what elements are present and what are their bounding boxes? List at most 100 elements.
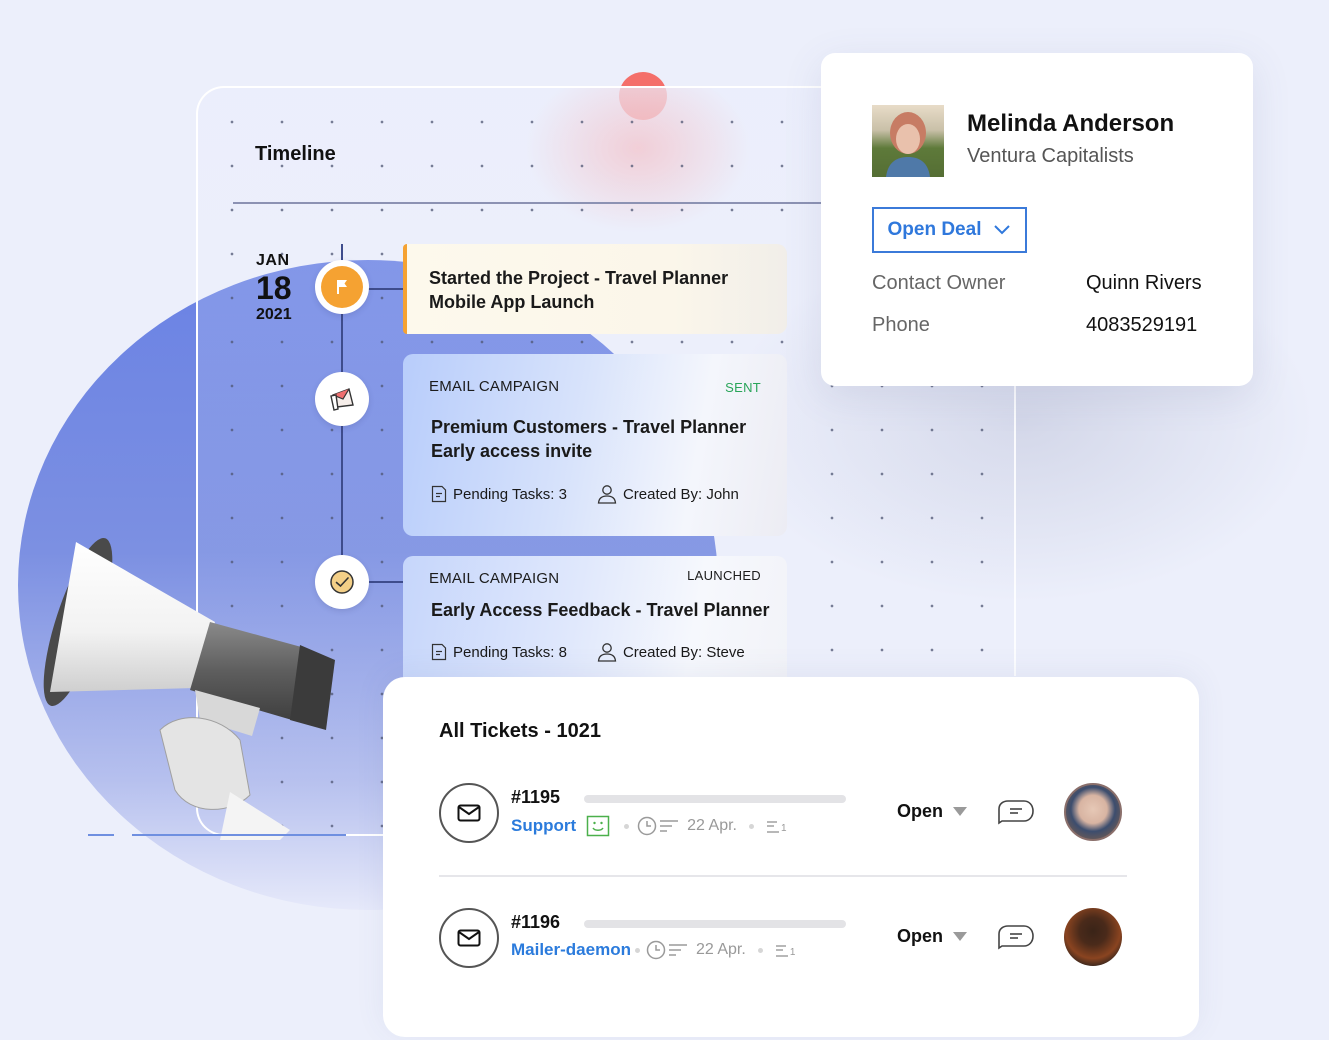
separator-dot [757, 947, 763, 953]
event-title-line: Started the Project - Travel Planner [429, 268, 729, 288]
panel-edge [1014, 386, 1016, 676]
separator-dot [624, 823, 630, 829]
smiley-icon [586, 815, 610, 837]
timeline-divider [233, 202, 833, 204]
ticket-date: 22 Apr. [695, 941, 746, 958]
comment-button[interactable] [996, 924, 1036, 955]
event-kind: EMAIL CAMPAIGN [429, 570, 560, 587]
decorative-line [132, 834, 346, 836]
assignee-avatar[interactable] [1064, 908, 1122, 966]
event-title: Early Access Feedback - Travel Planner [431, 598, 770, 622]
date-day: 18 [256, 270, 292, 306]
field-value[interactable]: 4083529191 [1086, 314, 1197, 337]
megaphone-illustration [43, 538, 335, 840]
field-label: Phone [872, 314, 930, 336]
ticket-meta: Support 22 Apr. 1 [511, 815, 787, 837]
pending-tasks-label: Pending Tasks: 3 [453, 485, 567, 503]
event-card-project[interactable]: Started the Project - Travel Planner Mob… [403, 244, 787, 334]
status-badge: SENT [725, 380, 761, 395]
event-title-line: Early access invite [431, 441, 593, 461]
thread-lines-icon [775, 945, 788, 957]
ticket-channel [439, 908, 499, 968]
created-by-label: Created By: Steve [622, 643, 745, 661]
event-title: Started the Project - Travel Planner Mob… [429, 266, 728, 314]
event-card-campaign[interactable]: EMAIL CAMPAIGN SENT Premium Customers - … [403, 354, 787, 536]
ticket-id[interactable]: #1195 [511, 787, 560, 808]
ticket-subject-placeholder [584, 920, 846, 928]
ticket-channel [439, 783, 499, 843]
clock-icon [646, 940, 666, 960]
date-month: JAN [256, 252, 290, 269]
thread-count-value: 1 [789, 947, 796, 958]
timeline-connector [368, 288, 404, 290]
comment-icon [998, 800, 1034, 825]
created-by: Created By: John [597, 484, 739, 504]
contact-avatar [872, 105, 944, 177]
thread-count: 1 [775, 942, 796, 958]
user-icon [597, 485, 617, 504]
contact-card: Melinda Anderson Ventura Capitalists Ope… [821, 53, 1253, 386]
timeline-title: Timeline [255, 143, 336, 165]
sort-lines-icon [660, 820, 679, 832]
pending-tasks: Pending Tasks: 8 [431, 643, 567, 661]
mail-icon [457, 804, 481, 822]
comment-button[interactable] [996, 799, 1036, 830]
ticket-status-dropdown[interactable]: Open [897, 801, 968, 822]
pending-tasks: Pending Tasks: 3 [431, 485, 567, 503]
assignee-avatar[interactable] [1064, 783, 1122, 841]
timeline-connector [368, 581, 404, 583]
field-label: Contact Owner [872, 272, 1006, 294]
caret-down-icon [953, 932, 968, 941]
megaphone-mail-icon [330, 388, 354, 411]
contact-name: Melinda Anderson [967, 110, 1175, 137]
timeline-node-flag[interactable] [315, 260, 369, 314]
created-by-label: Created By: John [622, 485, 739, 503]
event-card-campaign[interactable]: EMAIL CAMPAIGN LAUNCHED Early Access Fee… [403, 556, 787, 680]
comment-icon [998, 925, 1034, 950]
ticket-meta: Mailer-daemon 22 Apr. 1 [511, 940, 795, 960]
decorative-line [88, 834, 114, 836]
chevron-down-icon [994, 225, 1011, 235]
timeline-node-campaign[interactable] [315, 372, 369, 426]
open-deal-button[interactable]: Open Deal [872, 207, 1027, 253]
ticket-status-label: Open [897, 926, 944, 946]
ticket-date: 22 Apr. [687, 817, 737, 834]
ticket-subject-placeholder [584, 795, 846, 803]
event-meta: Pending Tasks: 3 Created By: John [431, 484, 739, 504]
ticket-department[interactable]: Mailer-daemon [511, 940, 631, 960]
sort-lines-icon [668, 944, 687, 956]
clock-icon [637, 816, 657, 836]
contact-photo [886, 112, 930, 177]
created-by: Created By: Steve [597, 642, 745, 662]
row-divider [439, 875, 1127, 877]
event-title-line: Early Access Feedback - Travel Planner [431, 600, 770, 620]
pending-tasks-label: Pending Tasks: 8 [453, 643, 567, 661]
document-icon [431, 643, 447, 661]
thread-lines-icon [766, 821, 779, 833]
event-title: Premium Customers - Travel Planner Early… [431, 415, 746, 463]
contact-company: Ventura Capitalists [967, 145, 1134, 167]
open-deal-label: Open Deal [887, 219, 982, 240]
mail-icon [457, 929, 481, 947]
thread-count-value: 1 [780, 823, 787, 834]
ticket-row[interactable]: #1195 Support 22 Apr. 1 Open [439, 783, 1129, 847]
field-value: Quinn Rivers [1086, 272, 1202, 294]
ticket-row[interactable]: #1196 Mailer-daemon 22 Apr. 1 Open [439, 908, 1129, 972]
thread-count: 1 [766, 818, 787, 834]
flag-icon [337, 280, 347, 294]
event-title-line: Mobile App Launch [429, 292, 595, 312]
user-icon [597, 643, 617, 662]
separator-dot [748, 823, 754, 829]
event-title-line: Premium Customers - Travel Planner [431, 417, 747, 437]
event-meta: Pending Tasks: 8 Created By: Steve [431, 642, 745, 662]
event-kind: EMAIL CAMPAIGN [429, 378, 560, 395]
date-year: 2021 [256, 306, 292, 323]
ticket-status-label: Open [897, 801, 944, 821]
ticket-department[interactable]: Support [511, 816, 576, 836]
timeline-date: JAN 18 2021 [256, 252, 292, 324]
ticket-status-dropdown[interactable]: Open [897, 926, 968, 947]
separator-dot [634, 947, 640, 953]
ticket-id[interactable]: #1196 [511, 912, 560, 933]
document-icon [431, 485, 447, 503]
tickets-title: All Tickets - 1021 [439, 720, 601, 742]
